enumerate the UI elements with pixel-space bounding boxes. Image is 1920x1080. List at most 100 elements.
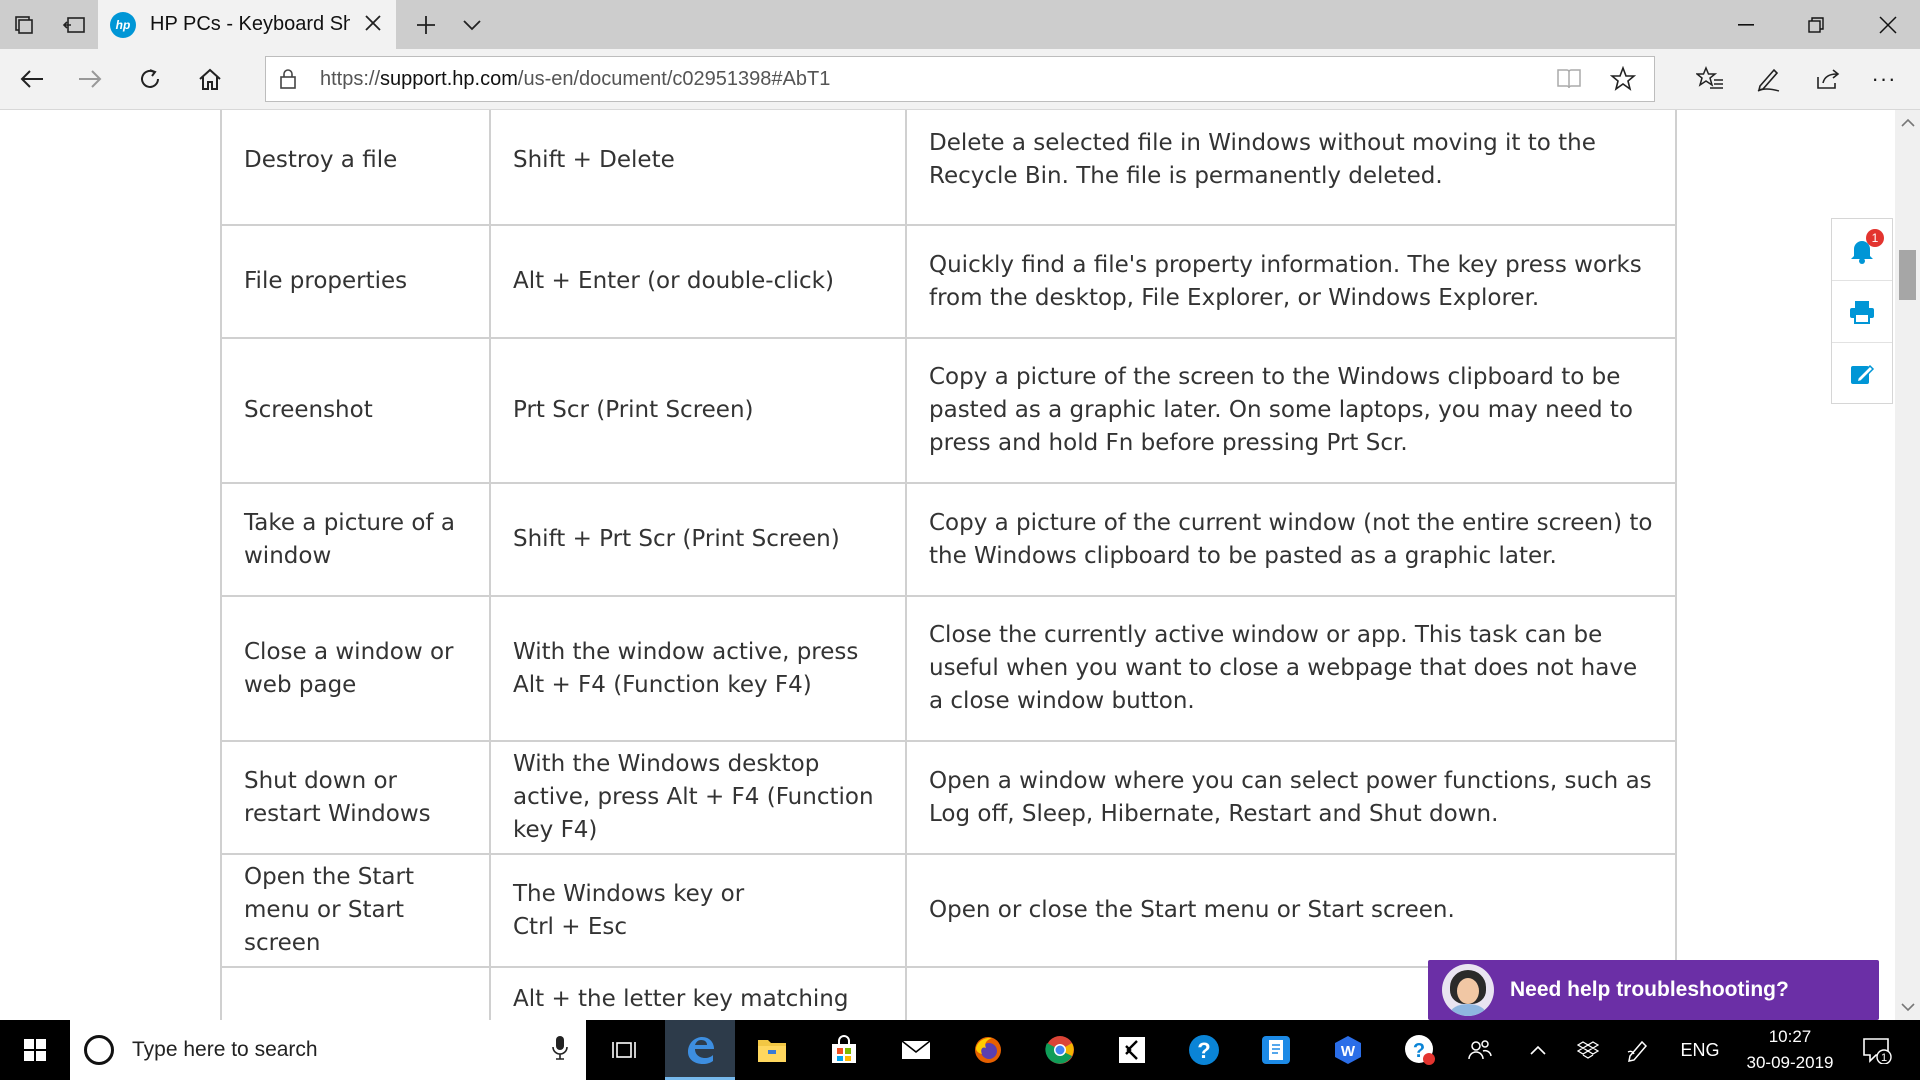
task-cell: Open a window bbox=[220, 966, 491, 1020]
restore-icon[interactable] bbox=[1784, 0, 1848, 49]
notepad-app-icon[interactable] bbox=[1241, 1020, 1311, 1080]
web-note-pen-icon[interactable] bbox=[1744, 55, 1792, 103]
keys-cell: Shift + Prt Scr (Print Screen) bbox=[489, 482, 907, 597]
favorite-star-icon[interactable] bbox=[1609, 65, 1637, 97]
clock-time: 10:27 bbox=[1768, 1027, 1812, 1046]
svg-text:W: W bbox=[1341, 1043, 1356, 1060]
close-tab-icon[interactable] bbox=[364, 12, 382, 38]
description-cell: Open or close the Start menu or Start sc… bbox=[905, 853, 1677, 968]
table-row: Take a picture of a window Shift + Prt S… bbox=[220, 482, 1677, 597]
page-content: Destroy a file Shift + Delete Delete a s… bbox=[0, 110, 1920, 1020]
notification-badge: 1 bbox=[1866, 229, 1884, 247]
side-toolbar: 1 bbox=[1831, 218, 1893, 404]
favorites-hub-icon[interactable] bbox=[1686, 55, 1734, 103]
close-window-icon[interactable] bbox=[1856, 0, 1920, 49]
edit-feedback-icon bbox=[1851, 364, 1875, 384]
dropbox-icon[interactable] bbox=[1570, 1020, 1606, 1080]
taskbar-search[interactable]: Type here to search bbox=[70, 1020, 586, 1080]
home-icon[interactable] bbox=[186, 55, 234, 103]
task-cell: Destroy a file bbox=[220, 110, 491, 226]
file-explorer-icon[interactable] bbox=[737, 1020, 807, 1080]
browser-tab[interactable]: hp HP PCs - Keyboard Shor bbox=[98, 0, 396, 49]
description-cell: Open a window where you can select power… bbox=[905, 740, 1677, 855]
microsoft-store-icon[interactable] bbox=[809, 1020, 879, 1080]
cortana-icon bbox=[84, 1035, 114, 1065]
table-row: Close a window or web page With the wind… bbox=[220, 595, 1677, 742]
keys-cell: Shift + Delete bbox=[489, 110, 907, 226]
share-icon[interactable] bbox=[1804, 55, 1852, 103]
keyboard-shortcuts-table: Destroy a file Shift + Delete Delete a s… bbox=[220, 110, 1677, 1020]
chrome-icon[interactable] bbox=[1025, 1020, 1095, 1080]
table-row: Destroy a file Shift + Delete Delete a s… bbox=[220, 110, 1677, 226]
visual-studio-icon[interactable] bbox=[1097, 1020, 1167, 1080]
address-bar[interactable]: https://support.hp.com/us-en/document/c0… bbox=[265, 56, 1655, 102]
language-indicator[interactable]: ENG bbox=[1676, 1020, 1724, 1080]
print-button[interactable] bbox=[1832, 281, 1892, 343]
show-hidden-icons-chevron-icon[interactable] bbox=[1520, 1020, 1556, 1080]
back-icon[interactable] bbox=[8, 55, 56, 103]
action-center-badge: 1 bbox=[1881, 1052, 1887, 1064]
table-row: Screenshot Prt Scr (Print Screen) Copy a… bbox=[220, 337, 1677, 484]
description-cell: Close the currently active window or app… bbox=[905, 595, 1677, 742]
description-cell: Copy a picture of the current window (no… bbox=[905, 482, 1677, 597]
action-center-icon: 1 bbox=[1863, 1038, 1892, 1064]
table-row: File properties Alt + Enter (or double-c… bbox=[220, 224, 1677, 339]
task-cell: Shut down or restart Windows bbox=[220, 740, 491, 855]
task-view-icon[interactable] bbox=[589, 1020, 659, 1080]
clock[interactable]: 10:27 30-09-2019 bbox=[1745, 1020, 1835, 1080]
url-text[interactable]: https://support.hp.com/us-en/document/c0… bbox=[320, 68, 830, 91]
firefox-icon[interactable] bbox=[953, 1020, 1023, 1080]
help-troubleshooting-button[interactable]: Need help troubleshooting? bbox=[1428, 960, 1879, 1020]
virtual-agent-avatar bbox=[1442, 964, 1494, 1016]
refresh-icon[interactable] bbox=[126, 55, 174, 103]
people-icon[interactable] bbox=[1460, 1020, 1500, 1080]
tab-title: HP PCs - Keyboard Shor bbox=[150, 13, 350, 35]
keys-cell: With the window active, press Alt + F4 (… bbox=[489, 595, 907, 742]
reading-view-icon[interactable] bbox=[1556, 68, 1582, 95]
edge-browser-icon[interactable] bbox=[665, 1020, 735, 1080]
start-button[interactable] bbox=[0, 1020, 70, 1080]
more-menu-icon[interactable]: ··· bbox=[1860, 55, 1908, 103]
task-cell: Open the Start menu or Start screen bbox=[220, 853, 491, 968]
feedback-button[interactable] bbox=[1832, 343, 1892, 405]
scroll-down-icon[interactable] bbox=[1895, 994, 1920, 1020]
task-cell: Close a window or web page bbox=[220, 595, 491, 742]
clock-date: 30-09-2019 bbox=[1746, 1053, 1834, 1072]
mail-icon[interactable] bbox=[881, 1020, 951, 1080]
action-center-button[interactable]: 1 bbox=[1850, 1020, 1904, 1080]
description-cell: Delete a selected file in Windows withou… bbox=[905, 110, 1677, 226]
scroll-thumb[interactable] bbox=[1899, 250, 1916, 300]
navigation-bar: https://support.hp.com/us-en/document/c0… bbox=[0, 49, 1920, 110]
keys-line: The Windows key or bbox=[513, 880, 745, 907]
wps-writer-icon[interactable]: W bbox=[1313, 1020, 1383, 1080]
task-cell: Screenshot bbox=[220, 337, 491, 484]
forward-icon[interactable] bbox=[66, 55, 114, 103]
vertical-scrollbar[interactable] bbox=[1895, 110, 1920, 1020]
svg-text:?: ? bbox=[1197, 1038, 1210, 1063]
printer-icon bbox=[1850, 300, 1874, 324]
keys-cell: Alt + the letter key matching the underl… bbox=[489, 966, 907, 1020]
new-tab-icon[interactable] bbox=[402, 0, 450, 49]
keys-line: Ctrl + Esc bbox=[513, 913, 627, 940]
title-bar: hp HP PCs - Keyboard Shor bbox=[0, 0, 1920, 49]
task-cell: File properties bbox=[220, 224, 491, 339]
help-app-icon[interactable]: ? bbox=[1169, 1020, 1239, 1080]
search-placeholder: Type here to search bbox=[132, 1038, 318, 1061]
lock-icon[interactable] bbox=[266, 68, 310, 90]
notifications-button[interactable]: 1 bbox=[1832, 219, 1892, 281]
pen-workspace-icon[interactable] bbox=[1620, 1020, 1656, 1080]
keys-cell: Alt + Enter (or double-click) bbox=[489, 224, 907, 339]
microphone-icon[interactable] bbox=[552, 1034, 568, 1067]
minimize-icon[interactable] bbox=[1714, 0, 1778, 49]
windows-logo-icon bbox=[24, 1039, 46, 1061]
task-cell: Take a picture of a window bbox=[220, 482, 491, 597]
description-cell: Copy a picture of the screen to the Wind… bbox=[905, 337, 1677, 484]
table-row: Open the Start menu or Start screen The … bbox=[220, 853, 1677, 968]
get-help-icon[interactable]: ? bbox=[1385, 1020, 1455, 1080]
tab-aside-icon[interactable] bbox=[50, 0, 98, 49]
keys-cell: Prt Scr (Print Screen) bbox=[489, 337, 907, 484]
tab-manager-icon[interactable] bbox=[0, 0, 48, 49]
tab-preview-chevron-icon[interactable] bbox=[448, 0, 496, 49]
hp-logo-icon: hp bbox=[110, 11, 136, 38]
scroll-up-icon[interactable] bbox=[1895, 110, 1920, 136]
